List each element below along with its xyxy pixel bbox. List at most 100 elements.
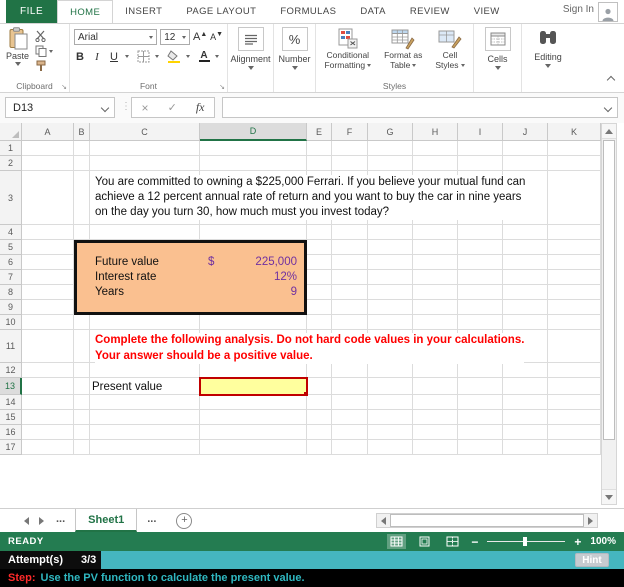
cell-E5[interactable] <box>307 240 332 255</box>
grow-font-button[interactable]: A ▲ <box>193 30 207 45</box>
cell-J7[interactable] <box>503 270 548 285</box>
cell-G1[interactable] <box>368 141 413 156</box>
cell-H6[interactable] <box>413 255 458 270</box>
cell-F7[interactable] <box>332 270 368 285</box>
cell-F14[interactable] <box>332 395 368 410</box>
cell-G14[interactable] <box>368 395 413 410</box>
enter-check-icon[interactable]: ✓ <box>168 101 177 114</box>
cell-F8[interactable] <box>332 285 368 300</box>
cell-B4[interactable] <box>74 225 90 240</box>
next-sheet-icon[interactable] <box>39 516 44 525</box>
column-header-B[interactable]: B <box>74 123 90 141</box>
alignment-button[interactable]: Alignment <box>230 27 271 70</box>
cell-H16[interactable] <box>413 425 458 440</box>
cell-K11[interactable] <box>548 330 601 363</box>
cell-C4[interactable] <box>90 225 200 240</box>
cell-I17[interactable] <box>458 440 503 455</box>
cell-G4[interactable] <box>368 225 413 240</box>
format-as-table-button[interactable]: Format as Table <box>380 27 426 71</box>
cell-G17[interactable] <box>368 440 413 455</box>
cell-J6[interactable] <box>503 255 548 270</box>
borders-icon[interactable] <box>137 50 150 63</box>
fill-handle[interactable] <box>304 392 308 396</box>
cell-I9[interactable] <box>458 300 503 315</box>
sheet-list-ellipsis-left[interactable]: ... <box>56 513 65 525</box>
cell-B17[interactable] <box>74 440 90 455</box>
zoom-level[interactable]: 100% <box>590 536 616 547</box>
cell-I8[interactable] <box>458 285 503 300</box>
cell-B3[interactable] <box>74 171 90 225</box>
cell-K13[interactable] <box>548 378 601 395</box>
cell-I6[interactable] <box>458 255 503 270</box>
cell-I12[interactable] <box>458 363 503 378</box>
cell-K14[interactable] <box>548 395 601 410</box>
tab-review[interactable]: REVIEW <box>398 0 462 23</box>
cancel-icon[interactable]: × <box>142 101 149 115</box>
cell-A7[interactable] <box>22 270 74 285</box>
cell-E9[interactable] <box>307 300 332 315</box>
cell-I7[interactable] <box>458 270 503 285</box>
column-header-A[interactable]: A <box>22 123 74 141</box>
cell-C16[interactable] <box>90 425 200 440</box>
cell-H7[interactable] <box>413 270 458 285</box>
horizontal-scrollbar[interactable] <box>376 513 598 528</box>
cell-G5[interactable] <box>368 240 413 255</box>
cell-I4[interactable] <box>458 225 503 240</box>
tab-formulas[interactable]: FORMULAS <box>268 0 348 23</box>
row-header-6[interactable]: 6 <box>0 255 22 270</box>
cell-A10[interactable] <box>22 315 74 330</box>
zoom-out-button[interactable]: − <box>471 535 478 549</box>
cell-A16[interactable] <box>22 425 74 440</box>
cell-C14[interactable] <box>90 395 200 410</box>
cell-A8[interactable] <box>22 285 74 300</box>
prev-sheet-icon[interactable] <box>24 516 29 525</box>
cell-J14[interactable] <box>503 395 548 410</box>
cell-K2[interactable] <box>548 156 601 171</box>
cell-C10[interactable] <box>90 315 200 330</box>
cell-F2[interactable] <box>332 156 368 171</box>
cell-A11[interactable] <box>22 330 74 363</box>
cell-F10[interactable] <box>332 315 368 330</box>
row-header-14[interactable]: 14 <box>0 395 22 410</box>
cell-K9[interactable] <box>548 300 601 315</box>
vertical-scrollbar[interactable] <box>601 123 617 505</box>
cell-D10[interactable] <box>200 315 307 330</box>
cell-K8[interactable] <box>548 285 601 300</box>
scroll-up-button[interactable] <box>602 124 616 139</box>
copy-icon[interactable] <box>35 45 47 57</box>
column-header-H[interactable]: H <box>413 123 458 141</box>
underline-button[interactable]: U <box>108 49 120 64</box>
sheet-tab-sheet1[interactable]: Sheet1 <box>75 509 138 532</box>
cell-H9[interactable] <box>413 300 458 315</box>
cell-A1[interactable] <box>22 141 74 156</box>
cell-K10[interactable] <box>548 315 601 330</box>
cell-J17[interactable] <box>503 440 548 455</box>
tab-data[interactable]: DATA <box>348 0 398 23</box>
paste-button[interactable]: Paste <box>6 27 29 72</box>
cell-C1[interactable] <box>90 141 200 156</box>
cell-D14[interactable] <box>200 395 307 410</box>
answer-cell-D13[interactable] <box>199 377 308 396</box>
font-color-button[interactable]: A <box>198 49 210 64</box>
font-color-dropdown-icon[interactable] <box>215 55 219 58</box>
row-header-17[interactable]: 17 <box>0 440 22 455</box>
cell-B15[interactable] <box>74 410 90 425</box>
cell-I13[interactable] <box>458 378 503 395</box>
page-layout-view-button[interactable] <box>415 534 434 549</box>
tab-insert[interactable]: INSERT <box>113 0 174 23</box>
cell-F1[interactable] <box>332 141 368 156</box>
formula-input[interactable] <box>222 97 618 118</box>
cell-A3[interactable] <box>22 171 74 225</box>
cell-H5[interactable] <box>413 240 458 255</box>
editing-button[interactable]: Editing <box>524 27 572 68</box>
column-header-D[interactable]: D <box>200 123 307 141</box>
cell-I16[interactable] <box>458 425 503 440</box>
cell-E7[interactable] <box>307 270 332 285</box>
row-header-1[interactable]: 1 <box>0 141 22 156</box>
cell-G16[interactable] <box>368 425 413 440</box>
cell-K6[interactable] <box>548 255 601 270</box>
cell-A12[interactable] <box>22 363 74 378</box>
cell-A15[interactable] <box>22 410 74 425</box>
cell-K17[interactable] <box>548 440 601 455</box>
paste-dropdown-icon[interactable] <box>14 62 21 66</box>
